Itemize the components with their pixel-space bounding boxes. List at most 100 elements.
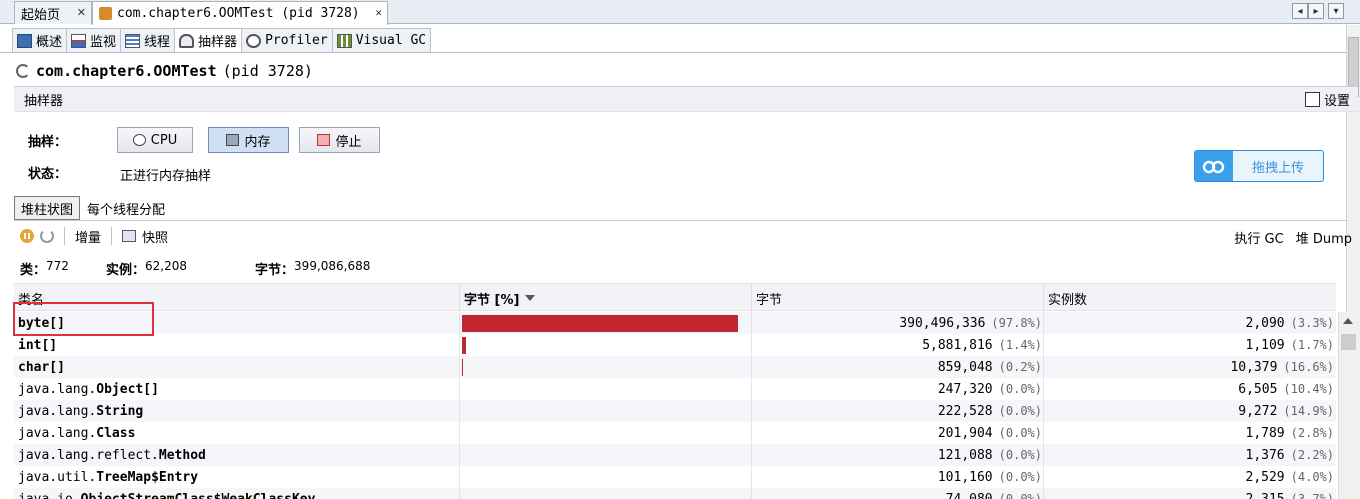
memory-button[interactable]: 内存 bbox=[208, 127, 289, 153]
histogram-actions: 执行 GC 堆 Dump bbox=[1234, 228, 1352, 247]
bytes-percent: (0.0%) bbox=[998, 382, 1042, 396]
snapshot-icon[interactable] bbox=[122, 230, 137, 242]
class-name-cell: java.lang. Class bbox=[18, 422, 458, 444]
bytes-value: 5,881,816 bbox=[922, 337, 993, 353]
class-package: java.io. bbox=[18, 491, 81, 499]
bytes-share-bar bbox=[462, 314, 738, 332]
perform-gc-button[interactable]: 执行 GC bbox=[1234, 228, 1283, 247]
bytes-value: 247,320 bbox=[937, 381, 993, 397]
cpu-button[interactable]: CPU bbox=[117, 127, 193, 153]
settings-toggle[interactable]: 设置 bbox=[1304, 90, 1350, 109]
table-row[interactable]: java.util. TreeMap$Entry 101,160 (0.0%) 2,52… bbox=[14, 466, 1336, 488]
instances-percent: (10.4%) bbox=[1283, 382, 1334, 396]
bytes-cell: 859,048 (0.2%) bbox=[752, 356, 1042, 378]
bytes-percent: (97.8%) bbox=[991, 316, 1042, 330]
delta-toggle[interactable]: 增量 bbox=[75, 227, 101, 246]
bytes-cell: 121,088 (0.0%) bbox=[752, 444, 1042, 466]
bytes-bar-cell bbox=[462, 356, 744, 378]
classes-label: 类： bbox=[20, 263, 47, 278]
tab-profiler[interactable]: Profiler bbox=[241, 28, 333, 52]
scroll-tabs-left-icon[interactable]: ◂ bbox=[1292, 3, 1308, 19]
memory-chip-icon bbox=[226, 134, 240, 146]
bytes-cell: 201,904 (0.0%) bbox=[752, 422, 1042, 444]
bytes-value: 399,086,688 bbox=[294, 259, 371, 273]
tab-start-page[interactable]: 起始页 ✕ bbox=[14, 1, 92, 24]
bytes-value: 390,496,336 bbox=[899, 315, 986, 331]
table-row[interactable]: java.io. ObjectStreamClass$WeakClassKey 74… bbox=[14, 488, 1336, 499]
instances-percent: (14.9%) bbox=[1283, 404, 1334, 418]
tab-monitor-label: 监视 bbox=[90, 35, 117, 50]
column-header-bytes-percent[interactable]: 字节 [%] bbox=[460, 284, 752, 312]
view-tab-divider bbox=[0, 52, 1346, 53]
bytes-bar-cell bbox=[462, 466, 744, 488]
clock-icon bbox=[132, 134, 146, 146]
tab-sampler[interactable]: 抽样器 bbox=[174, 28, 243, 52]
instances-percent: (2.2%) bbox=[1290, 448, 1334, 462]
instances-value: 6,505 bbox=[1238, 381, 1278, 397]
scroll-up-icon[interactable] bbox=[1343, 318, 1353, 324]
bytes-bar-cell bbox=[462, 400, 744, 422]
refresh-icon[interactable] bbox=[40, 229, 54, 243]
instances-percent: (3.3%) bbox=[1290, 316, 1334, 330]
bytes-value: 101,160 bbox=[937, 469, 993, 485]
close-icon[interactable]: ✕ bbox=[77, 6, 86, 19]
close-icon[interactable]: ✕ bbox=[375, 6, 382, 19]
bytes-value: 121,088 bbox=[937, 447, 993, 463]
tab-per-thread-allocation[interactable]: 每个线程分配 bbox=[80, 196, 172, 220]
tab-heap-histogram[interactable]: 堆柱状图 bbox=[14, 196, 81, 220]
tab-threads[interactable]: 线程 bbox=[120, 28, 176, 52]
table-row[interactable]: java.lang. Object[] 247,320 (0.0%) 6,505 (10.… bbox=[14, 378, 1336, 400]
tab-overview[interactable]: 概述 bbox=[12, 28, 68, 52]
sampler-header: 抽样器 设置 bbox=[14, 86, 1358, 112]
app-title-pid: (pid 3728) bbox=[222, 62, 313, 80]
settings-label: 设置 bbox=[1323, 94, 1350, 109]
instances-cell: 2,090 (3.3%) bbox=[1044, 312, 1335, 334]
tab-monitor[interactable]: 监视 bbox=[66, 28, 122, 52]
tab-profiler-label: Profiler bbox=[265, 33, 328, 48]
profiler-icon bbox=[246, 33, 262, 48]
column-divider bbox=[751, 312, 752, 499]
table-row[interactable]: java.lang.reflect. Method 121,088 (0.0%) 1,3… bbox=[14, 444, 1336, 466]
drag-upload-label: 拖拽上传 bbox=[1251, 160, 1304, 176]
tab-overview-label: 概述 bbox=[36, 35, 63, 50]
classes-value: 772 bbox=[46, 259, 69, 273]
table-scrollbar[interactable] bbox=[1338, 312, 1358, 499]
class-simple-name: TreeMap$Entry bbox=[96, 469, 199, 485]
settings-checkbox[interactable] bbox=[1304, 92, 1320, 107]
heap-dump-button[interactable]: 堆 Dump bbox=[1296, 228, 1352, 247]
cpu-button-label: CPU bbox=[150, 132, 178, 148]
bytes-bar-cell bbox=[462, 334, 744, 356]
table-row[interactable]: java.lang. String 222,528 (0.0%) 9,272 (14.9%… bbox=[14, 400, 1336, 422]
tab-sampler-label: 抽样器 bbox=[198, 35, 238, 50]
stop-icon bbox=[317, 134, 331, 146]
table-row[interactable]: byte[] 390,496,336 (97.8%) 2,090 (3.3%) bbox=[14, 312, 1336, 334]
column-header-bytes-percent-label: 字节 [%] bbox=[464, 292, 520, 308]
bytes-value: 201,904 bbox=[937, 425, 993, 441]
tab-list-dropdown-icon[interactable]: ▾ bbox=[1328, 3, 1344, 19]
instances-cell: 1,376 (2.2%) bbox=[1044, 444, 1335, 466]
instances-cell: 2,529 (4.0%) bbox=[1044, 466, 1335, 488]
tab-oomtest-label: com.chapter6.OOMTest (pid 3728) bbox=[117, 6, 360, 21]
visualgc-icon bbox=[336, 33, 352, 48]
highlight-box bbox=[13, 302, 154, 336]
bytes-bar-cell bbox=[462, 312, 744, 334]
tab-oomtest[interactable]: com.chapter6.OOMTest (pid 3728) ✕ bbox=[92, 1, 388, 25]
tab-visual-gc[interactable]: Visual GC bbox=[331, 28, 432, 52]
snapshot-button[interactable]: 快照 bbox=[142, 227, 168, 246]
bytes-share-bar bbox=[462, 336, 466, 354]
table-scrollbar-thumb[interactable] bbox=[1341, 334, 1356, 350]
bytes-cell: 390,496,336 (97.8%) bbox=[752, 312, 1042, 334]
pause-icon[interactable] bbox=[20, 229, 34, 243]
column-header-instances-label: 实例数 bbox=[1048, 292, 1088, 308]
memory-button-label: 内存 bbox=[244, 134, 271, 150]
table-row[interactable]: char[] 859,048 (0.2%) 10,379 (16.6%) bbox=[14, 356, 1336, 378]
scroll-tabs-right-icon[interactable]: ▸ bbox=[1308, 3, 1324, 19]
table-row[interactable]: int[] 5,881,816 (1.4%) 1,109 (1.7%) bbox=[14, 334, 1336, 356]
stop-button[interactable]: 停止 bbox=[299, 127, 380, 153]
column-header-instances[interactable]: 实例数 bbox=[1044, 284, 1336, 312]
table-row[interactable]: java.lang. Class 201,904 (0.0%) 1,789 (2.8%) bbox=[14, 422, 1336, 444]
column-header-bytes[interactable]: 字节 bbox=[752, 284, 1044, 312]
bytes-percent: (0.0%) bbox=[998, 404, 1042, 418]
instances-cell: 1,789 (2.8%) bbox=[1044, 422, 1335, 444]
drag-upload-button[interactable]: 拖拽上传 bbox=[1194, 150, 1324, 182]
